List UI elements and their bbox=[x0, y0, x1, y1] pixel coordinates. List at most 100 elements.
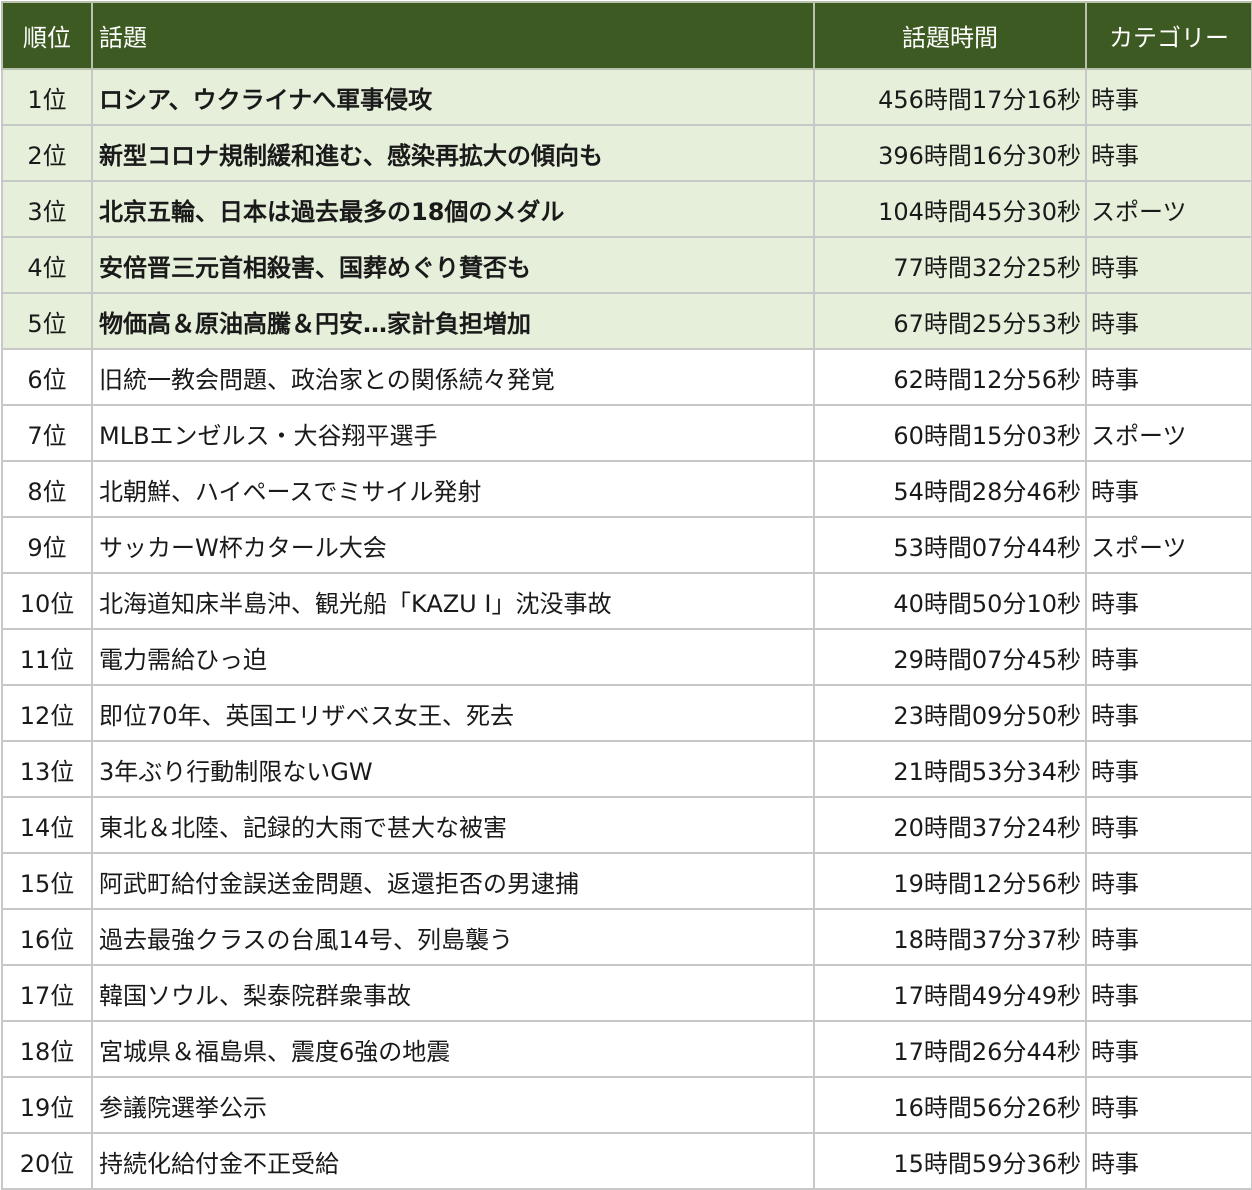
time-cell: 104時間45分30秒 bbox=[813, 180, 1087, 238]
category-cell: 時事 bbox=[1085, 68, 1252, 126]
table-row: 4位 安倍晋三元首相殺害、国葬めぐり賛否も 77時間32分25秒 時事 bbox=[1, 236, 1252, 294]
topic-cell: 韓国ソウル、梨泰院群衆事故 bbox=[91, 964, 815, 1022]
table-row: 19位 参議院選挙公示 16時間56分26秒 時事 bbox=[1, 1076, 1252, 1134]
topic-cell: 物価高＆原油高騰＆円安…家計負担増加 bbox=[91, 292, 815, 350]
rank-cell: 5位 bbox=[1, 292, 93, 350]
time-cell: 23時間09分50秒 bbox=[813, 684, 1087, 742]
category-cell: 時事 bbox=[1085, 740, 1252, 798]
header-rank: 順位 bbox=[1, 1, 93, 70]
topic-cell: 持続化給付金不正受給 bbox=[91, 1132, 815, 1190]
rank-cell: 18位 bbox=[1, 1020, 93, 1078]
topic-cell: 旧統一教会問題、政治家との関係続々発覚 bbox=[91, 348, 815, 406]
topic-cell: 東北＆北陸、記録的大雨で甚大な被害 bbox=[91, 796, 815, 854]
rank-cell: 16位 bbox=[1, 908, 93, 966]
rank-cell: 19位 bbox=[1, 1076, 93, 1134]
topic-cell: 阿武町給付金誤送金問題、返還拒否の男逮捕 bbox=[91, 852, 815, 910]
category-cell: スポーツ bbox=[1085, 180, 1252, 238]
table-row: 18位 宮城県＆福島県、震度6強の地震 17時間26分44秒 時事 bbox=[1, 1020, 1252, 1078]
rank-cell: 2位 bbox=[1, 124, 93, 182]
topic-cell: 宮城県＆福島県、震度6強の地震 bbox=[91, 1020, 815, 1078]
time-cell: 54時間28分46秒 bbox=[813, 460, 1087, 518]
table-row: 1位 ロシア、ウクライナへ軍事侵攻 456時間17分16秒 時事 bbox=[1, 68, 1252, 126]
header-row: 順位 話題 話題時間 カテゴリー bbox=[1, 1, 1252, 70]
time-cell: 17時間49分49秒 bbox=[813, 964, 1087, 1022]
category-cell: スポーツ bbox=[1085, 404, 1252, 462]
category-cell: 時事 bbox=[1085, 628, 1252, 686]
time-cell: 19時間12分56秒 bbox=[813, 852, 1087, 910]
time-cell: 20時間37分24秒 bbox=[813, 796, 1087, 854]
topic-cell: 参議院選挙公示 bbox=[91, 1076, 815, 1134]
topic-cell: 電力需給ひっ迫 bbox=[91, 628, 815, 686]
table-row: 20位 持続化給付金不正受給 15時間59分36秒 時事 bbox=[1, 1132, 1252, 1190]
table-row: 14位 東北＆北陸、記録的大雨で甚大な被害 20時間37分24秒 時事 bbox=[1, 796, 1252, 854]
rank-cell: 17位 bbox=[1, 964, 93, 1022]
category-cell: 時事 bbox=[1085, 460, 1252, 518]
table-row: 7位 MLBエンゼルス・大谷翔平選手 60時間15分03秒 スポーツ bbox=[1, 404, 1252, 462]
table-row: 10位 北海道知床半島沖、観光船「KAZU Ⅰ」沈没事故 40時間50分10秒 時事 bbox=[1, 572, 1252, 630]
category-cell: 時事 bbox=[1085, 292, 1252, 350]
table-header: 順位 話題 話題時間 カテゴリー bbox=[1, 1, 1252, 70]
rank-cell: 12位 bbox=[1, 684, 93, 742]
category-cell: 時事 bbox=[1085, 796, 1252, 854]
table-row: 13位 3年ぶり行動制限ないGW 21時間53分34秒 時事 bbox=[1, 740, 1252, 798]
time-cell: 40時間50分10秒 bbox=[813, 572, 1087, 630]
table-body: 1位 ロシア、ウクライナへ軍事侵攻 456時間17分16秒 時事 2位 新型コロナ規制緩和… bbox=[1, 68, 1252, 1190]
topic-cell: 北海道知床半島沖、観光船「KAZU Ⅰ」沈没事故 bbox=[91, 572, 815, 630]
rank-cell: 10位 bbox=[1, 572, 93, 630]
rank-cell: 15位 bbox=[1, 852, 93, 910]
time-cell: 53時間07分44秒 bbox=[813, 516, 1087, 574]
time-cell: 67時間25分53秒 bbox=[813, 292, 1087, 350]
category-cell: 時事 bbox=[1085, 908, 1252, 966]
topic-cell: ロシア、ウクライナへ軍事侵攻 bbox=[91, 68, 815, 126]
topic-cell: 過去最強クラスの台風14号、列島襲う bbox=[91, 908, 815, 966]
category-cell: スポーツ bbox=[1085, 516, 1252, 574]
topic-cell: 北朝鮮、ハイペースでミサイル発射 bbox=[91, 460, 815, 518]
table-row: 6位 旧統一教会問題、政治家との関係続々発覚 62時間12分56秒 時事 bbox=[1, 348, 1252, 406]
rank-cell: 14位 bbox=[1, 796, 93, 854]
table-row: 11位 電力需給ひっ迫 29時間07分45秒 時事 bbox=[1, 628, 1252, 686]
table-row: 17位 韓国ソウル、梨泰院群衆事故 17時間49分49秒 時事 bbox=[1, 964, 1252, 1022]
table-row: 8位 北朝鮮、ハイペースでミサイル発射 54時間28分46秒 時事 bbox=[1, 460, 1252, 518]
category-cell: 時事 bbox=[1085, 684, 1252, 742]
category-cell: 時事 bbox=[1085, 572, 1252, 630]
time-cell: 18時間37分37秒 bbox=[813, 908, 1087, 966]
category-cell: 時事 bbox=[1085, 852, 1252, 910]
category-cell: 時事 bbox=[1085, 236, 1252, 294]
topic-cell: 即位70年、英国エリザベス女王、死去 bbox=[91, 684, 815, 742]
rank-cell: 7位 bbox=[1, 404, 93, 462]
header-time: 話題時間 bbox=[813, 1, 1087, 70]
rank-cell: 4位 bbox=[1, 236, 93, 294]
rank-cell: 11位 bbox=[1, 628, 93, 686]
category-cell: 時事 bbox=[1085, 1076, 1252, 1134]
rank-cell: 9位 bbox=[1, 516, 93, 574]
header-topic: 話題 bbox=[91, 1, 815, 70]
rank-cell: 1位 bbox=[1, 68, 93, 126]
time-cell: 29時間07分45秒 bbox=[813, 628, 1087, 686]
topic-cell: 北京五輪、日本は過去最多の18個のメダル bbox=[91, 180, 815, 238]
rank-cell: 3位 bbox=[1, 180, 93, 238]
category-cell: 時事 bbox=[1085, 124, 1252, 182]
category-cell: 時事 bbox=[1085, 964, 1252, 1022]
time-cell: 60時間15分03秒 bbox=[813, 404, 1087, 462]
table-row: 3位 北京五輪、日本は過去最多の18個のメダル 104時間45分30秒 スポーツ bbox=[1, 180, 1252, 238]
topic-cell: 3年ぶり行動制限ないGW bbox=[91, 740, 815, 798]
rank-cell: 6位 bbox=[1, 348, 93, 406]
time-cell: 456時間17分16秒 bbox=[813, 68, 1087, 126]
time-cell: 17時間26分44秒 bbox=[813, 1020, 1087, 1078]
header-category: カテゴリー bbox=[1085, 1, 1252, 70]
rank-cell: 20位 bbox=[1, 1132, 93, 1190]
table-row: 12位 即位70年、英国エリザベス女王、死去 23時間09分50秒 時事 bbox=[1, 684, 1252, 742]
time-cell: 21時間53分34秒 bbox=[813, 740, 1087, 798]
time-cell: 396時間16分30秒 bbox=[813, 124, 1087, 182]
table-row: 2位 新型コロナ規制緩和進む、感染再拡大の傾向も 396時間16分30秒 時事 bbox=[1, 124, 1252, 182]
table-row: 16位 過去最強クラスの台風14号、列島襲う 18時間37分37秒 時事 bbox=[1, 908, 1252, 966]
time-cell: 62時間12分56秒 bbox=[813, 348, 1087, 406]
rank-cell: 8位 bbox=[1, 460, 93, 518]
rank-cell: 13位 bbox=[1, 740, 93, 798]
topic-cell: 新型コロナ規制緩和進む、感染再拡大の傾向も bbox=[91, 124, 815, 182]
category-cell: 時事 bbox=[1085, 1132, 1252, 1190]
time-cell: 16時間56分26秒 bbox=[813, 1076, 1087, 1134]
topic-cell: MLBエンゼルス・大谷翔平選手 bbox=[91, 404, 815, 462]
table-row: 15位 阿武町給付金誤送金問題、返還拒否の男逮捕 19時間12分56秒 時事 bbox=[1, 852, 1252, 910]
time-cell: 77時間32分25秒 bbox=[813, 236, 1087, 294]
